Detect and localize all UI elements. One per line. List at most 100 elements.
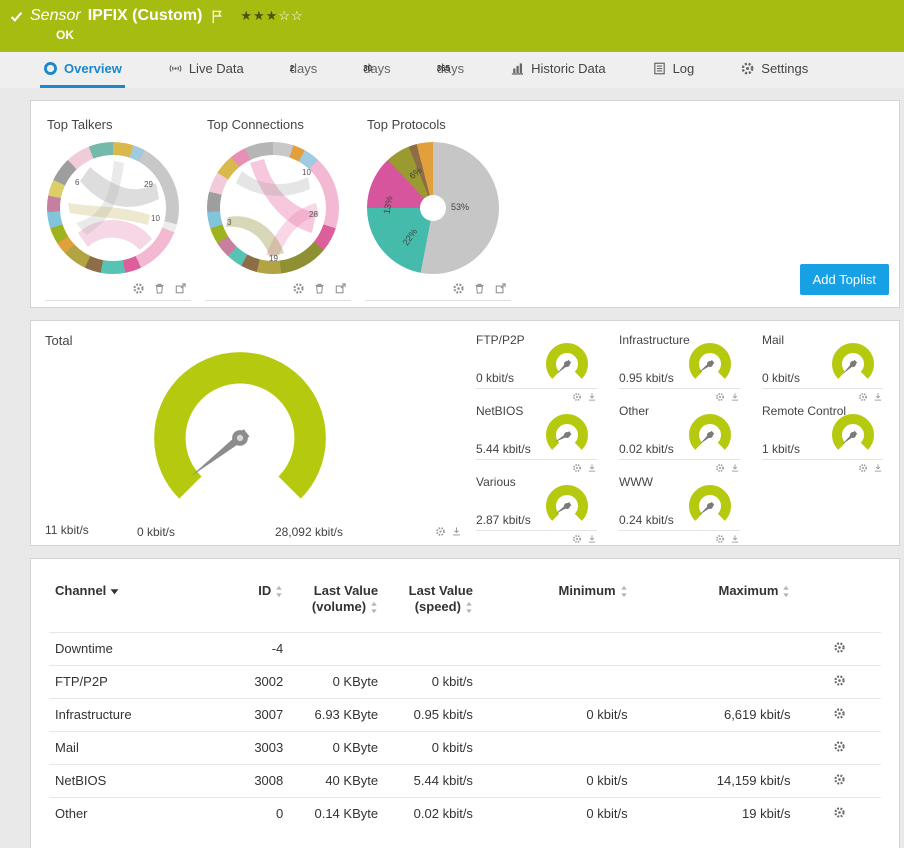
- channel-settings-gear-icon[interactable]: [833, 674, 846, 687]
- channel-settings-gear-icon[interactable]: [833, 641, 846, 654]
- gauge-settings-gear-icon[interactable]: [435, 526, 446, 537]
- gauge-cell-infrastructure: Infrastructure 0.95 kbit/s: [619, 331, 740, 402]
- gauge-dial: [689, 343, 731, 379]
- priority-stars[interactable]: ★★★☆☆: [240, 8, 303, 24]
- gauge-settings-gear-icon[interactable]: [858, 392, 868, 402]
- gauge-download-icon[interactable]: [730, 392, 740, 402]
- table-header-row: Channel ID Last Value (volume) Last Valu…: [49, 569, 881, 632]
- tab-overview[interactable]: Overview: [40, 52, 125, 88]
- tab-overview-label: Overview: [64, 61, 122, 76]
- divider: [762, 388, 883, 389]
- tab-365-days[interactable]: 365 days: [434, 52, 467, 88]
- gauge-download-icon[interactable]: [873, 392, 883, 402]
- cell-maximum: [635, 664, 799, 698]
- tab-2-days[interactable]: 2 days: [287, 52, 320, 88]
- toplist-open-external-link-icon[interactable]: [494, 282, 507, 295]
- gauge-settings-gear-icon[interactable]: [572, 392, 582, 402]
- column-header-maximum[interactable]: Maximum: [636, 569, 799, 632]
- star-empty-icon[interactable]: ☆☆: [278, 8, 303, 23]
- sort-toggle-icon[interactable]: [782, 585, 790, 598]
- toplist-delete-trash-icon[interactable]: [313, 282, 326, 295]
- gauge-value: 0.02 kbit/s: [619, 442, 674, 456]
- column-header-actions: [798, 569, 881, 632]
- sort-toggle-icon[interactable]: [275, 585, 283, 598]
- toplist-delete-trash-icon[interactable]: [473, 282, 486, 295]
- column-header-id[interactable]: ID: [229, 569, 291, 632]
- sort-toggle-icon[interactable]: [370, 601, 378, 614]
- column-header-last-value-speed[interactable]: Last Value (speed): [386, 569, 481, 632]
- toplist-settings-gear-icon[interactable]: [292, 282, 305, 295]
- tab-historic-data[interactable]: Historic Data: [507, 52, 608, 88]
- sort-toggle-icon[interactable]: [465, 601, 473, 614]
- cell-maximum: 6,619 kbit/s: [635, 697, 799, 731]
- add-toplist-button[interactable]: Add Toplist: [799, 264, 889, 295]
- gauge-download-icon[interactable]: [587, 534, 597, 544]
- gauge-download-icon[interactable]: [451, 526, 462, 537]
- tab-settings[interactable]: Settings: [737, 52, 811, 88]
- live-data-icon: [168, 61, 183, 76]
- gauge-settings-gear-icon[interactable]: [715, 392, 725, 402]
- toplist-toolbar: [365, 282, 511, 301]
- flag-icon[interactable]: [211, 9, 223, 24]
- gauge-cell-mail: Mail 0 kbit/s: [762, 331, 883, 402]
- channel-table-card: Channel ID Last Value (volume) Last Valu…: [30, 558, 900, 848]
- divider: [476, 388, 597, 389]
- toplist-settings-gear-icon[interactable]: [452, 282, 465, 295]
- cell-volume: 40 KByte: [291, 763, 387, 797]
- cell-id: 3007: [229, 697, 292, 731]
- cell-volume: 6.93 KByte: [291, 697, 387, 731]
- sensor-header: Sensor IPFIX (Custom) ★★★☆☆ OK: [0, 0, 904, 52]
- gauge-settings-gear-icon[interactable]: [715, 463, 725, 473]
- cell-channel: NetBIOS: [49, 763, 230, 797]
- cell-maximum: [635, 631, 799, 665]
- top-talkers-chord-chart[interactable]: 6 29 10: [47, 142, 179, 274]
- tab-settings-label: Settings: [761, 61, 809, 76]
- star-filled-icon[interactable]: ★★★: [240, 8, 278, 23]
- toplist-settings-gear-icon[interactable]: [132, 282, 145, 295]
- tab-30-days[interactable]: 30 days: [360, 52, 393, 88]
- toplist-toolbar: [45, 282, 191, 301]
- tab-30-days-number: 30: [363, 64, 373, 73]
- gauge-download-icon[interactable]: [730, 534, 740, 544]
- tab-log[interactable]: Log: [649, 52, 698, 88]
- top-connections-chord-chart[interactable]: 10 28 19 3: [207, 142, 339, 274]
- cell-minimum: 0 kbit/s: [480, 763, 636, 797]
- gauge-settings-gear-icon[interactable]: [572, 534, 582, 544]
- divider: [476, 530, 597, 531]
- gauge-dial: [689, 485, 731, 521]
- cell-channel: FTP/P2P: [49, 664, 230, 698]
- column-label: Channel: [55, 583, 107, 598]
- tab-live-data[interactable]: Live Data: [165, 52, 247, 88]
- sort-toggle-icon[interactable]: [620, 585, 628, 598]
- column-header-channel[interactable]: Channel: [49, 569, 229, 632]
- column-label: Minimum: [558, 583, 616, 598]
- column-header-last-value-volume[interactable]: Last Value (volume): [291, 569, 386, 632]
- channel-settings-gear-icon[interactable]: [833, 773, 846, 786]
- overview-icon: [43, 61, 58, 76]
- channel-settings-gear-icon[interactable]: [833, 707, 846, 720]
- toplist-open-external-link-icon[interactable]: [174, 282, 187, 295]
- tab-2-days-number: 2: [289, 64, 295, 73]
- sensor-name: IPFIX (Custom): [87, 7, 203, 24]
- gauge-download-icon[interactable]: [587, 463, 597, 473]
- top-protocols-pie-chart[interactable]: 53% 22% 13% 6%: [367, 142, 499, 274]
- gauge-download-icon[interactable]: [587, 392, 597, 402]
- gauge-settings-gear-icon[interactable]: [858, 463, 868, 473]
- gauge-download-icon[interactable]: [730, 463, 740, 473]
- gauge-settings-gear-icon[interactable]: [715, 534, 725, 544]
- channel-settings-gear-icon[interactable]: [833, 740, 846, 753]
- cell-channel: Other: [49, 796, 230, 830]
- gauge-value: 0.95 kbit/s: [619, 371, 674, 385]
- channel-settings-gear-icon[interactable]: [833, 806, 846, 819]
- gauge-cell-www: WWW 0.24 kbit/s: [619, 473, 740, 544]
- toplist-delete-trash-icon[interactable]: [153, 282, 166, 295]
- toplist-open-external-link-icon[interactable]: [334, 282, 347, 295]
- cell-speed: 0.02 kbit/s: [386, 796, 481, 830]
- column-header-minimum[interactable]: Minimum: [481, 569, 636, 632]
- tab-bar: Overview Live Data 2 days 30 days 365 da…: [0, 52, 904, 88]
- cell-volume: [291, 631, 387, 665]
- gauge-settings-gear-icon[interactable]: [572, 463, 582, 473]
- cell-volume: 0 KByte: [291, 730, 387, 764]
- total-gauge-cell: Total 0 kbit/s 28,092 kbit/s 11 kbit/s: [31, 321, 476, 545]
- gauge-download-icon[interactable]: [873, 463, 883, 473]
